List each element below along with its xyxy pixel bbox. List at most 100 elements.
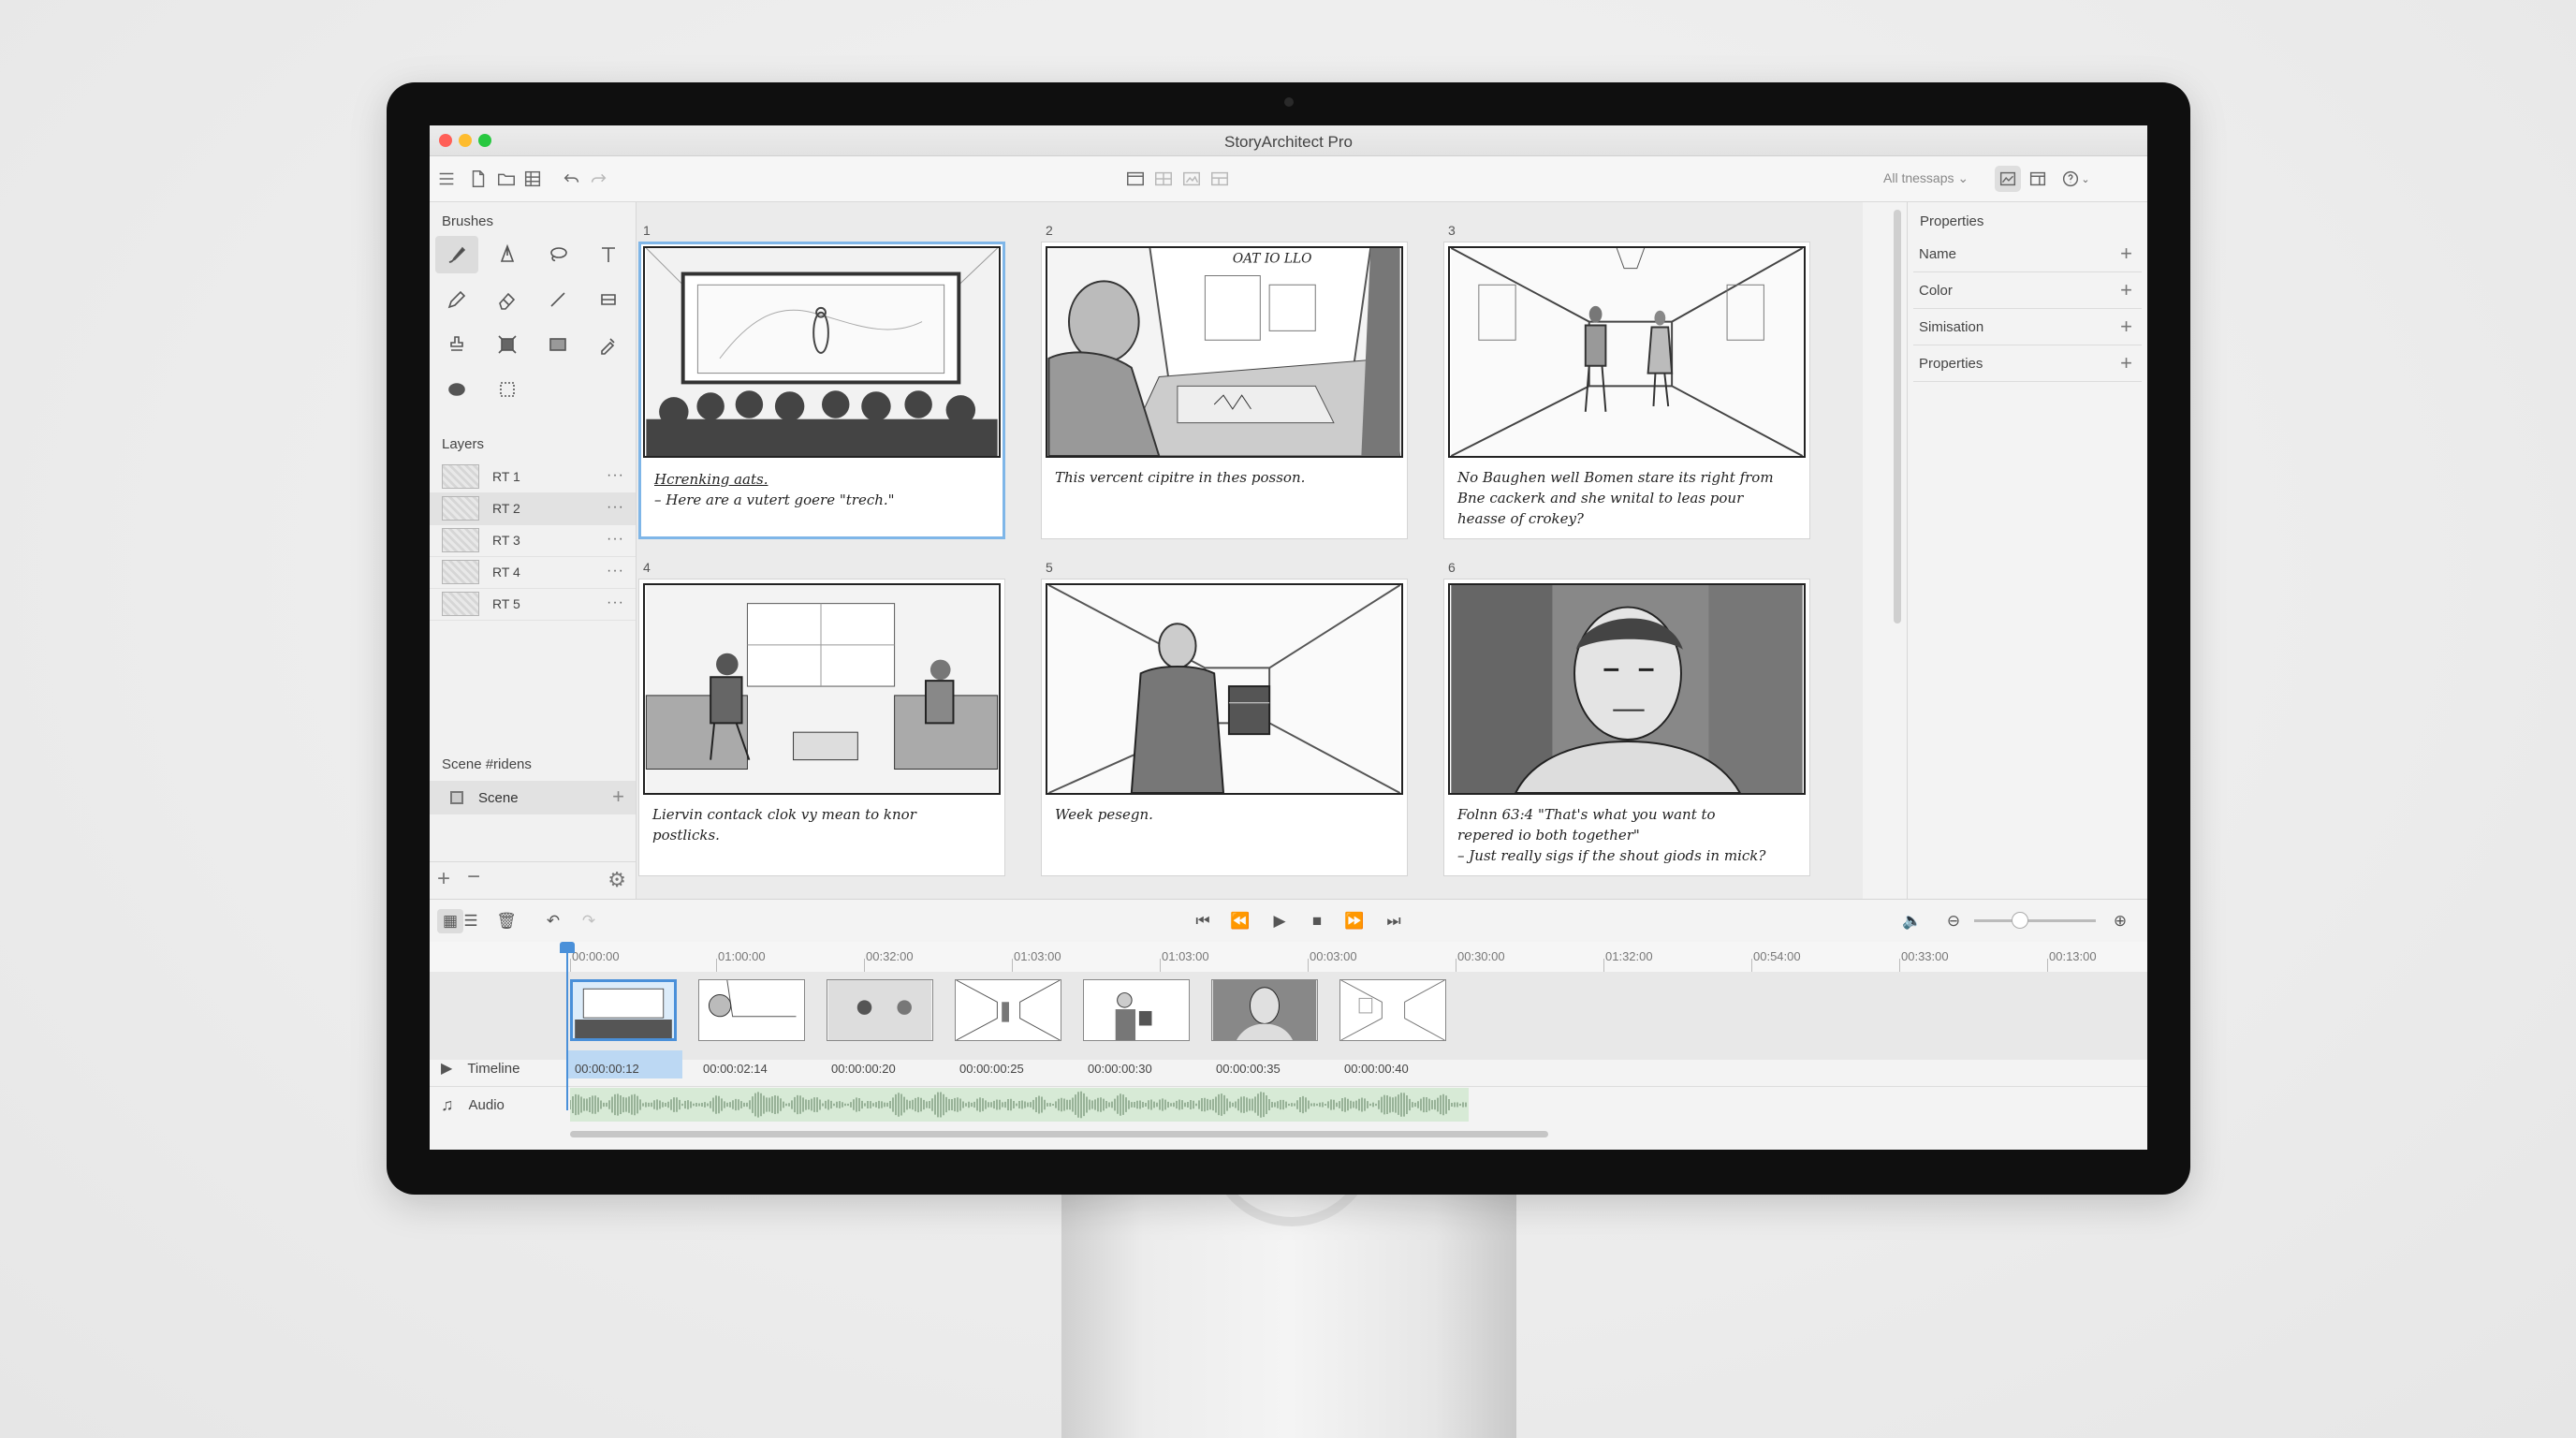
timeline-list-icon[interactable]: ☰ bbox=[458, 909, 484, 933]
panel-number: 6 bbox=[1448, 560, 1456, 575]
skip-to-start-icon[interactable]: ⏮ bbox=[1190, 909, 1216, 933]
property-row-color[interactable]: Color + bbox=[1913, 272, 2142, 309]
remove-icon[interactable]: − bbox=[467, 864, 480, 890]
paintbrush-tool-icon[interactable] bbox=[435, 236, 478, 273]
layer-row[interactable]: RT 2 ··· bbox=[430, 492, 636, 525]
properties-panel: Properties Name + Color + Simisation + Prop… bbox=[1907, 202, 2147, 899]
timeline-undo-icon[interactable]: ↶ bbox=[540, 909, 566, 933]
ruler-tick bbox=[1751, 959, 1752, 972]
timeline-clip[interactable] bbox=[955, 979, 1061, 1041]
redo-icon[interactable] bbox=[585, 166, 611, 192]
stop-icon[interactable]: ■ bbox=[1304, 909, 1330, 933]
board-scrollbar[interactable] bbox=[1894, 210, 1901, 624]
zoom-slider-track[interactable] bbox=[1974, 919, 2096, 922]
add-property-icon[interactable]: + bbox=[2120, 242, 2132, 266]
storyboard-panel[interactable]: Liervin contack clok vy mean to knor pos… bbox=[638, 579, 1005, 876]
layer-row[interactable]: RT 3 ··· bbox=[430, 524, 636, 557]
volume-icon[interactable]: 🔈 bbox=[1899, 909, 1925, 933]
rectangle-tool-icon[interactable] bbox=[536, 326, 579, 363]
add-property-icon[interactable]: + bbox=[2120, 278, 2132, 302]
panel-number: 2 bbox=[1046, 223, 1053, 238]
storyboard-layout-icon[interactable] bbox=[1122, 166, 1149, 192]
property-row-simisation[interactable]: Simisation + bbox=[1913, 309, 2142, 345]
eraser-tool-icon[interactable] bbox=[486, 281, 529, 318]
timeline-clip[interactable] bbox=[570, 979, 677, 1041]
ellipse-tool-icon[interactable] bbox=[435, 371, 478, 408]
storyboard-panel[interactable]: Week pesegn. bbox=[1041, 579, 1408, 876]
add-property-icon[interactable]: + bbox=[2120, 351, 2132, 375]
zoom-in-icon[interactable]: ⊕ bbox=[2107, 909, 2133, 933]
selection-tool-icon[interactable] bbox=[486, 371, 529, 408]
more-options-icon[interactable]: ··· bbox=[607, 499, 624, 516]
add-scene-icon[interactable]: + bbox=[612, 785, 624, 809]
image-panel-icon[interactable] bbox=[1995, 166, 2021, 192]
add-property-icon[interactable]: + bbox=[2120, 315, 2132, 339]
fast-forward-icon[interactable]: ⏩ bbox=[1341, 909, 1368, 933]
timeline-redo-icon[interactable]: ↷ bbox=[576, 909, 602, 933]
more-options-icon[interactable]: ··· bbox=[607, 531, 624, 548]
timeline-ruler[interactable]: 00:00:00 01:00:00 00:32:00 01:03:00 01:0… bbox=[430, 942, 2147, 973]
help-icon[interactable]: ⌄ bbox=[2056, 166, 2094, 192]
add-icon[interactable]: + bbox=[437, 866, 450, 892]
inspector-panel-icon[interactable] bbox=[2025, 166, 2051, 192]
timeline-track[interactable]: ▶ Timeline bbox=[430, 1050, 2147, 1086]
timeline-horizontal-scrollbar[interactable] bbox=[570, 1131, 1548, 1137]
timeline-clip[interactable] bbox=[1083, 979, 1190, 1041]
lasso-tool-icon[interactable] bbox=[536, 236, 579, 273]
undo-icon[interactable] bbox=[559, 166, 585, 192]
rewind-icon[interactable]: ⏪ bbox=[1227, 909, 1253, 933]
webcam bbox=[1284, 97, 1294, 107]
more-options-icon[interactable]: ··· bbox=[607, 467, 624, 484]
transform-tool-icon[interactable] bbox=[587, 281, 630, 318]
scene-item[interactable]: Scene + bbox=[430, 781, 636, 814]
skip-to-end-icon[interactable]: ⏭ bbox=[1381, 909, 1407, 933]
pen-nib-tool-icon[interactable] bbox=[486, 236, 529, 273]
play-icon[interactable]: ▶ bbox=[1266, 909, 1293, 933]
storyboard-panel[interactable]: OAT IO LLO This vercent cipitre in thes … bbox=[1041, 242, 1408, 539]
layer-row[interactable]: RT 1 ··· bbox=[430, 461, 636, 493]
timeline-clip[interactable] bbox=[827, 979, 933, 1041]
storyboard-panel[interactable]: Folnn 63:4 "That's what you want to repe… bbox=[1443, 579, 1810, 876]
storyboard-panel[interactable]: Hcrenking aats. – Here are a vutert goer… bbox=[638, 242, 1005, 539]
settings-gear-icon[interactable]: ⚙ bbox=[607, 868, 626, 892]
audio-waveform[interactable] bbox=[570, 1088, 1469, 1122]
pencil-tool-icon[interactable] bbox=[435, 281, 478, 318]
zoom-slider-knob[interactable] bbox=[2012, 912, 2028, 929]
trash-icon[interactable]: 🗑 bbox=[493, 909, 520, 933]
property-row-properties[interactable]: Properties + bbox=[1913, 345, 2142, 382]
text-tool-icon[interactable] bbox=[587, 236, 630, 273]
crop-frame-tool-icon[interactable] bbox=[486, 326, 529, 363]
timeline-clip[interactable] bbox=[698, 979, 805, 1041]
layouts-dropdown[interactable]: All tnessaps ⌄ bbox=[1883, 170, 1969, 186]
more-options-icon[interactable]: ··· bbox=[607, 594, 624, 611]
layer-row[interactable]: RT 4 ··· bbox=[430, 556, 636, 589]
caption-line: heasse of crokey? bbox=[1457, 510, 1584, 527]
eyedropper-tool-icon[interactable] bbox=[587, 326, 630, 363]
new-document-icon[interactable] bbox=[465, 166, 491, 192]
grid-view-icon[interactable] bbox=[520, 166, 546, 192]
split-layout-icon[interactable] bbox=[1150, 166, 1177, 192]
stamp-tool-icon[interactable] bbox=[435, 326, 478, 363]
image-layout-icon[interactable] bbox=[1178, 166, 1205, 192]
property-row-name[interactable]: Name + bbox=[1913, 236, 2142, 272]
panel-layout-icon[interactable] bbox=[1207, 166, 1233, 192]
menu-icon[interactable] bbox=[433, 166, 460, 192]
transport-bar: ▦ ☰ 🗑 ↶ ↷ ⏮ ⏪ ▶ ■ ⏩ ⏭ 🔈 ⊖ ⊕ bbox=[430, 899, 2147, 944]
layer-row[interactable]: RT 5 ··· bbox=[430, 588, 636, 621]
timeline-clip[interactable] bbox=[1339, 979, 1446, 1041]
timeline-clip[interactable] bbox=[1211, 979, 1318, 1041]
ruler-tick bbox=[1160, 959, 1161, 972]
panel-number: 5 bbox=[1046, 560, 1053, 575]
layouts-dropdown-label: All tnessaps bbox=[1883, 170, 1954, 185]
cinema-sketch bbox=[646, 248, 998, 456]
properties-header: Properties bbox=[1920, 213, 1984, 229]
fine-pen-tool-icon[interactable] bbox=[536, 281, 579, 318]
open-folder-icon[interactable] bbox=[493, 166, 520, 192]
more-options-icon[interactable]: ··· bbox=[607, 563, 624, 580]
playhead[interactable] bbox=[566, 942, 568, 1110]
ruler-label: 00:33:00 bbox=[1901, 949, 1949, 963]
zoom-out-icon[interactable]: ⊖ bbox=[1940, 909, 1967, 933]
storyboard-panel[interactable]: No Baughen well Bomen stare its right fr… bbox=[1443, 242, 1810, 539]
play-track-icon[interactable]: ▶ bbox=[441, 1059, 452, 1078]
panel-caption: Liervin contack clok vy mean to knor pos… bbox=[652, 804, 989, 845]
